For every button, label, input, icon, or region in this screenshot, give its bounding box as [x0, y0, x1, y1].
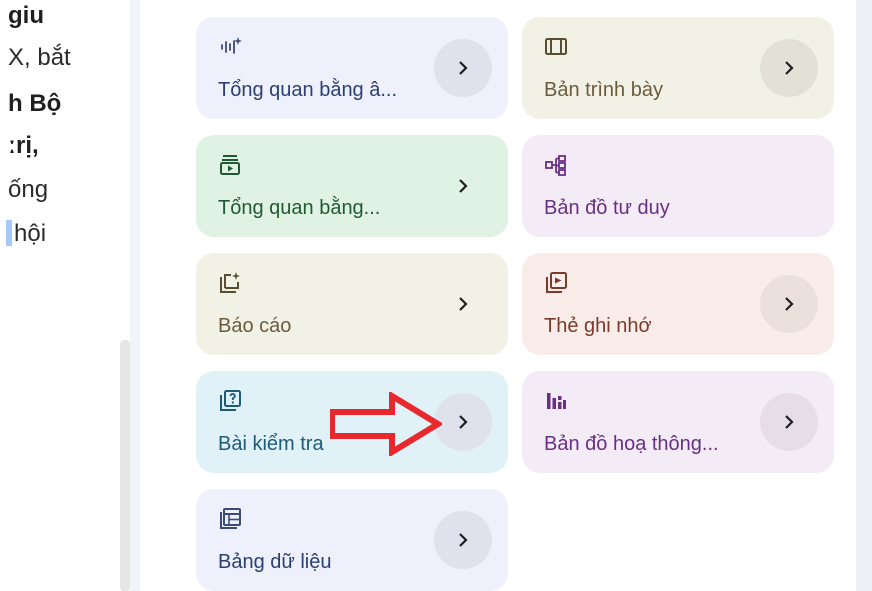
card-label: Tổng quan bằng...: [218, 197, 381, 219]
text-line: ống: [8, 176, 49, 203]
studio-panel: Tổng quan bằng â... Bản trình bày Tổng q…: [140, 0, 856, 591]
report-sparkle-icon: [218, 271, 242, 295]
red-arrow-annotation-icon: [330, 392, 442, 456]
card-label: Bản trình bày: [544, 79, 663, 101]
text-line: h Bộ: [8, 90, 62, 117]
card-label: Thẻ ghi nhớ: [544, 315, 652, 337]
text-line: ːrị,: [8, 132, 39, 159]
chevron-right-icon[interactable]: [434, 275, 492, 333]
chevron-right-icon[interactable]: [434, 393, 492, 451]
mind-map-icon: [544, 153, 568, 177]
chevron-right-icon[interactable]: [760, 275, 818, 333]
report-card[interactable]: Báo cáo: [196, 253, 508, 355]
card-label: Bài kiểm tra: [218, 433, 324, 455]
card-label: Tổng quan bằng â...: [218, 79, 398, 101]
audio-overview-card[interactable]: Tổng quan bằng â...: [196, 17, 508, 119]
flashcards-icon: [544, 271, 568, 295]
chevron-right-icon[interactable]: [434, 157, 492, 215]
mind-map-card[interactable]: Bản đồ tư duy: [522, 135, 834, 237]
text-line: giu: [8, 2, 44, 29]
card-label: Bảng dữ liệu: [218, 551, 332, 573]
text-line: X, bắt: [8, 44, 71, 71]
quiz-icon: [218, 389, 242, 413]
data-table-icon: [218, 507, 242, 531]
audio-waveform-sparkle-icon: [218, 35, 242, 59]
video-overview-card[interactable]: Tổng quan bằng...: [196, 135, 508, 237]
text-line: hội: [14, 220, 47, 247]
card-label: Bản đồ hoạ thông...: [544, 433, 719, 455]
card-label: Bản đồ tư duy: [544, 197, 670, 219]
chevron-right-icon[interactable]: [760, 39, 818, 97]
data-table-card[interactable]: Bảng dữ liệu: [196, 489, 508, 591]
document-scrollbar[interactable]: [120, 340, 130, 591]
video-overview-icon: [218, 153, 242, 177]
document-text-pane: giu X, bắt h Bộ ːrị, ống hội: [0, 0, 120, 591]
card-label: Báo cáo: [218, 315, 292, 337]
right-edge-strip: [856, 0, 872, 591]
text-selection-highlight: [6, 220, 12, 246]
pane-divider: [130, 0, 140, 591]
chevron-right-icon[interactable]: [760, 393, 818, 451]
flashcards-card[interactable]: Thẻ ghi nhớ: [522, 253, 834, 355]
chevron-right-icon[interactable]: [434, 39, 492, 97]
slideshow-icon: [544, 35, 568, 59]
infographic-icon: [544, 389, 568, 413]
infographic-card[interactable]: Bản đồ hoạ thông...: [522, 371, 834, 473]
slide-deck-card[interactable]: Bản trình bày: [522, 17, 834, 119]
chevron-right-icon[interactable]: [434, 511, 492, 569]
